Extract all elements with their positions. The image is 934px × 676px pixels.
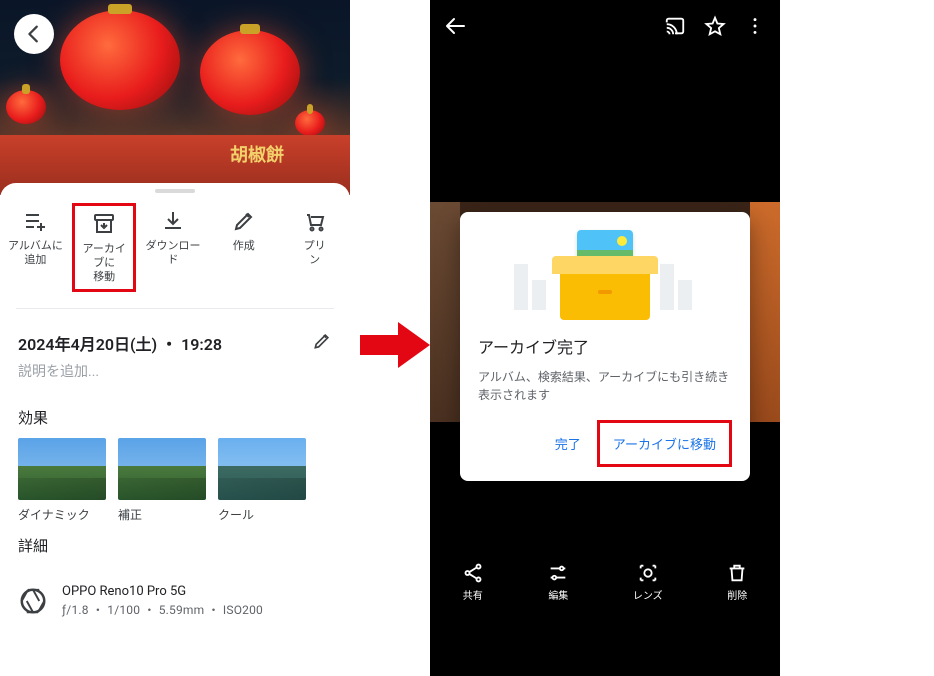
camera-meta: ƒ/1.8 ・ 1/100 ・ 5.59mm ・ ISO200 bbox=[62, 601, 263, 618]
edit-button[interactable]: 編集 bbox=[547, 562, 569, 602]
back-button[interactable] bbox=[444, 14, 468, 42]
action-label: ダウンロー ド bbox=[145, 239, 200, 267]
dialog-go-archive-button[interactable]: アーカイブに移動 bbox=[603, 426, 726, 461]
effect-dynamic[interactable]: ダイナミック bbox=[18, 438, 106, 523]
star-outline-icon bbox=[704, 15, 726, 37]
add-description-input[interactable]: 説明を追加... bbox=[0, 361, 350, 395]
photo-hero: 胡椒餅 bbox=[0, 0, 350, 195]
flow-arrow-icon bbox=[360, 320, 430, 370]
bottom-bar: 共有 編集 レンズ 削除 bbox=[430, 552, 780, 612]
details-block: OPPO Reno10 Pro 5G ƒ/1.8 ・ 1/100 ・ 5.59m… bbox=[0, 566, 350, 628]
photo-datetime: 2024年4月20日(土) ・ 19:28 bbox=[18, 331, 222, 355]
buildings-decor bbox=[514, 260, 550, 310]
back-arrow-icon bbox=[444, 14, 468, 38]
screen-photo-info: 胡椒餅 アルバムに 追加 アーカイブに 移動 bbox=[0, 0, 350, 676]
action-label: アルバムに 追加 bbox=[8, 239, 63, 267]
cart-icon bbox=[303, 209, 327, 233]
effect-thumb bbox=[18, 438, 106, 500]
more-button[interactable] bbox=[744, 15, 766, 41]
delete-button[interactable]: 削除 bbox=[726, 562, 748, 602]
action-label: 作成 bbox=[233, 239, 255, 253]
download-icon bbox=[161, 209, 185, 233]
dialog-done-button[interactable]: 完了 bbox=[545, 426, 591, 461]
bottom-label: 削除 bbox=[727, 587, 747, 602]
camera-detail-row: OPPO Reno10 Pro 5G ƒ/1.8 ・ 1/100 ・ 5.59m… bbox=[18, 574, 332, 628]
effects-row: ダイナミック 補正 クール bbox=[0, 438, 350, 523]
favorite-button[interactable] bbox=[704, 15, 726, 41]
effect-thumb bbox=[118, 438, 206, 500]
back-arrow-icon bbox=[23, 23, 45, 45]
blurred-photo-edge bbox=[750, 202, 780, 422]
screen-archive-dialog: アーカイブ完了 アルバム、検索結果、アーカイブにも引き続き表示されます 完了 ア… bbox=[430, 0, 780, 676]
lens-icon bbox=[637, 562, 659, 584]
device-name: OPPO Reno10 Pro 5G bbox=[62, 584, 263, 599]
lantern-decor bbox=[6, 90, 46, 124]
highlight-callout: アーカイブに移動 bbox=[597, 420, 732, 467]
share-icon bbox=[462, 562, 484, 584]
pencil-outline-icon bbox=[232, 209, 256, 233]
info-sheet: アルバムに 追加 アーカイブに 移動 ダウンロー ド 作成 bbox=[0, 183, 350, 628]
action-label: アーカイブに 移動 bbox=[77, 242, 131, 283]
share-button[interactable]: 共有 bbox=[462, 562, 484, 602]
bottom-label: レンズ bbox=[633, 587, 663, 602]
archive-button[interactable]: アーカイブに 移動 bbox=[72, 203, 136, 292]
effect-label: ダイナミック bbox=[18, 506, 106, 523]
effect-thumb bbox=[218, 438, 306, 500]
print-button[interactable]: プリ ン bbox=[283, 209, 347, 286]
cast-button[interactable] bbox=[664, 15, 686, 41]
effect-label: 補正 bbox=[118, 506, 206, 523]
screen-body: アーカイブ完了 アルバム、検索結果、アーカイブにも引き続き表示されます 完了 ア… bbox=[430, 52, 780, 612]
more-vert-icon bbox=[744, 15, 766, 37]
lens-button[interactable]: レンズ bbox=[633, 562, 663, 602]
trash-icon bbox=[726, 562, 748, 584]
effects-section-title: 効果 bbox=[0, 395, 350, 438]
effect-cool[interactable]: クール bbox=[218, 438, 306, 523]
playlist-add-icon bbox=[23, 209, 47, 233]
aperture-icon bbox=[18, 586, 48, 616]
blurred-photo-edge bbox=[430, 202, 460, 422]
dialog-actions: 完了 アーカイブに移動 bbox=[478, 420, 732, 473]
details-section-title: 詳細 bbox=[0, 523, 350, 566]
effect-correction[interactable]: 補正 bbox=[118, 438, 206, 523]
download-button[interactable]: ダウンロー ド bbox=[141, 209, 205, 286]
lantern-decor bbox=[295, 110, 325, 136]
edit-datetime-button[interactable] bbox=[312, 331, 332, 355]
create-button[interactable]: 作成 bbox=[212, 209, 276, 286]
topbar bbox=[430, 0, 780, 52]
effect-label: クール bbox=[218, 506, 306, 523]
archive-box-decor bbox=[560, 270, 650, 320]
dialog-body: アルバム、検索結果、アーカイブにも引き続き表示されます bbox=[478, 368, 732, 404]
actions-row: アルバムに 追加 アーカイブに 移動 ダウンロー ド 作成 bbox=[0, 201, 350, 298]
bottom-label: 編集 bbox=[548, 587, 568, 602]
add-to-album-button[interactable]: アルバムに 追加 bbox=[3, 209, 67, 286]
lantern-decor bbox=[200, 30, 300, 115]
divider bbox=[16, 308, 334, 309]
date-row: 2024年4月20日(土) ・ 19:28 bbox=[0, 319, 350, 361]
cast-icon bbox=[664, 15, 686, 37]
buildings-decor bbox=[660, 260, 696, 310]
tune-icon bbox=[547, 562, 569, 584]
dialog-illustration bbox=[478, 230, 732, 320]
dialog-title: アーカイブ完了 bbox=[478, 334, 732, 358]
action-label: プリ ン bbox=[304, 239, 326, 267]
stall-sign-text: 胡椒餅 bbox=[230, 141, 284, 167]
lantern-decor bbox=[60, 10, 180, 110]
bottom-label: 共有 bbox=[463, 587, 483, 602]
pencil-icon bbox=[312, 331, 332, 351]
archive-icon bbox=[92, 212, 116, 236]
archive-dialog: アーカイブ完了 アルバム、検索結果、アーカイブにも引き続き表示されます 完了 ア… bbox=[460, 212, 750, 481]
back-button[interactable] bbox=[14, 14, 54, 54]
